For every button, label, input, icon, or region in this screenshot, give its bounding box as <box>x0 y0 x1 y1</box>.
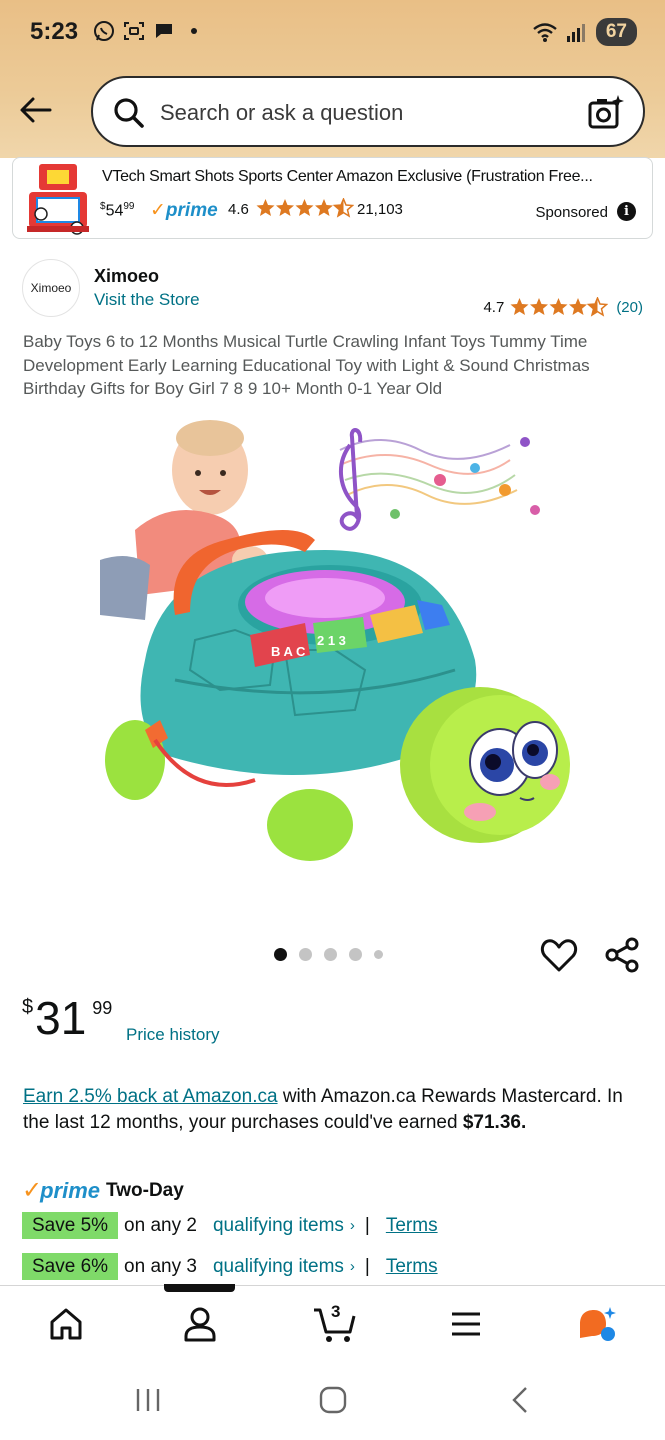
save-badge: Save 5% <box>22 1212 119 1239</box>
chat-icon <box>156 24 172 38</box>
chevron-right-icon: › <box>349 1258 355 1275</box>
rewards-offer: Earn 2.5% back at Amazon.ca with Amazon.… <box>23 1084 653 1135</box>
price-whole: 31 <box>35 992 87 1044</box>
battery-level: 67 <box>595 18 637 46</box>
account-icon[interactable] <box>180 1304 220 1344</box>
info-icon[interactable]: i <box>617 202 636 221</box>
camera-icon[interactable] <box>587 94 625 132</box>
prime-logo: prime <box>40 1177 101 1203</box>
product-rating[interactable]: 4.7 (20) <box>483 297 643 317</box>
sponsored-price-whole: 54 <box>105 202 124 220</box>
sponsored-label: Sponsored <box>535 204 608 221</box>
sponsored-price: $5499 <box>100 201 134 220</box>
recents-icon[interactable] <box>134 1385 162 1415</box>
back-arrow-icon[interactable] <box>18 92 54 128</box>
signal-icon <box>566 24 585 42</box>
price-history-link[interactable]: Price history <box>126 1025 220 1045</box>
carousel-dot[interactable] <box>374 950 383 959</box>
review-count[interactable]: (20) <box>616 299 643 316</box>
carousel-dot[interactable] <box>299 948 312 961</box>
price-currency: $ <box>22 996 34 1018</box>
search-input[interactable]: Search or ask a question <box>160 100 403 126</box>
qualifying-items-link[interactable]: qualifying items <box>213 1256 344 1278</box>
sponsored-stars-icon <box>256 198 354 217</box>
sponsored-review-count: 21,103 <box>357 201 403 218</box>
dot-icon <box>191 28 197 34</box>
wifi-icon <box>533 23 557 42</box>
screenshot-icon <box>124 22 144 40</box>
carousel-dot[interactable] <box>324 948 337 961</box>
qualifying-items-link[interactable]: qualifying items <box>213 1215 344 1237</box>
product-title: Baby Toys 6 to 12 Months Musical Turtle … <box>23 332 590 398</box>
back-button-icon[interactable] <box>508 1385 532 1415</box>
image-carousel-dots <box>274 948 383 961</box>
menu-icon[interactable] <box>446 1304 486 1344</box>
rufus-icon[interactable] <box>576 1304 616 1344</box>
home-icon[interactable] <box>46 1304 86 1344</box>
rating-value: 4.7 <box>483 298 505 316</box>
whatsapp-icon <box>94 21 114 41</box>
share-icon[interactable] <box>603 936 641 974</box>
save-badge: Save 6% <box>22 1253 119 1280</box>
separator: | <box>364 1214 370 1236</box>
notification-icons <box>92 19 206 43</box>
prime-label: prime <box>165 200 218 221</box>
terms-link[interactable]: Terms <box>386 1256 438 1278</box>
offer-text: on any 3 <box>124 1255 197 1277</box>
rewards-link[interactable]: Earn 2.5% back at Amazon.ca <box>23 1086 278 1107</box>
bottom-navigation <box>0 1285 665 1363</box>
rewards-amount: $71.36. <box>462 1111 527 1133</box>
price-fraction: 99 <box>92 998 113 1018</box>
chevron-right-icon: › <box>349 1217 355 1234</box>
terms-link[interactable]: Terms <box>386 1215 438 1237</box>
active-tab-indicator <box>164 1284 235 1292</box>
product-price: $ 31 99 <box>22 994 112 1042</box>
app-header: 5:23 67 Search or ask a question <box>0 0 665 158</box>
home-button-icon[interactable] <box>318 1385 348 1415</box>
prime-two-day-label: Two-Day <box>106 1179 184 1201</box>
status-time: 5:23 <box>30 18 79 45</box>
store-logo[interactable]: Ximoeo <box>22 259 80 317</box>
heart-icon[interactable] <box>540 936 578 974</box>
prime-badge: ✓prime <box>150 199 218 222</box>
carousel-dot[interactable] <box>349 948 362 961</box>
sponsored-title[interactable]: VTech Smart Shots Sports Center Amazon E… <box>102 168 593 186</box>
carousel-dot[interactable] <box>274 948 287 961</box>
shell-label-letters: B A C <box>271 644 306 659</box>
shell-label-numbers: 2 1 3 <box>317 633 346 648</box>
sponsored-rating-value: 4.6 <box>228 201 249 218</box>
product-image[interactable]: B A C 2 1 3 <box>95 410 570 895</box>
system-navigation <box>0 1363 665 1440</box>
sponsored-price-fraction: 99 <box>123 201 135 212</box>
prime-delivery: ✓ prime Two-Day <box>22 1176 184 1205</box>
visit-store-link[interactable]: Visit the Store <box>94 290 200 310</box>
status-bar: 5:23 67 <box>0 0 665 66</box>
offer-row: Save 6% on any 3 qualifying items › | Te… <box>22 1253 438 1280</box>
separator: | <box>364 1255 370 1277</box>
prime-check-icon: ✓ <box>150 200 166 221</box>
cart-count: 3 <box>331 1302 341 1321</box>
search-icon <box>114 98 144 128</box>
status-right: 67 <box>532 18 637 46</box>
offer-text: on any 2 <box>124 1214 197 1236</box>
store-name: Ximoeo <box>94 266 160 286</box>
sponsored-product-image <box>27 164 89 235</box>
offer-row: Save 5% on any 2 qualifying items › | Te… <box>22 1212 438 1239</box>
search-bar[interactable]: Search or ask a question <box>91 76 645 147</box>
rating-stars-icon <box>510 297 608 316</box>
sponsored-product-banner[interactable]: VTech Smart Shots Sports Center Amazon E… <box>12 157 653 239</box>
